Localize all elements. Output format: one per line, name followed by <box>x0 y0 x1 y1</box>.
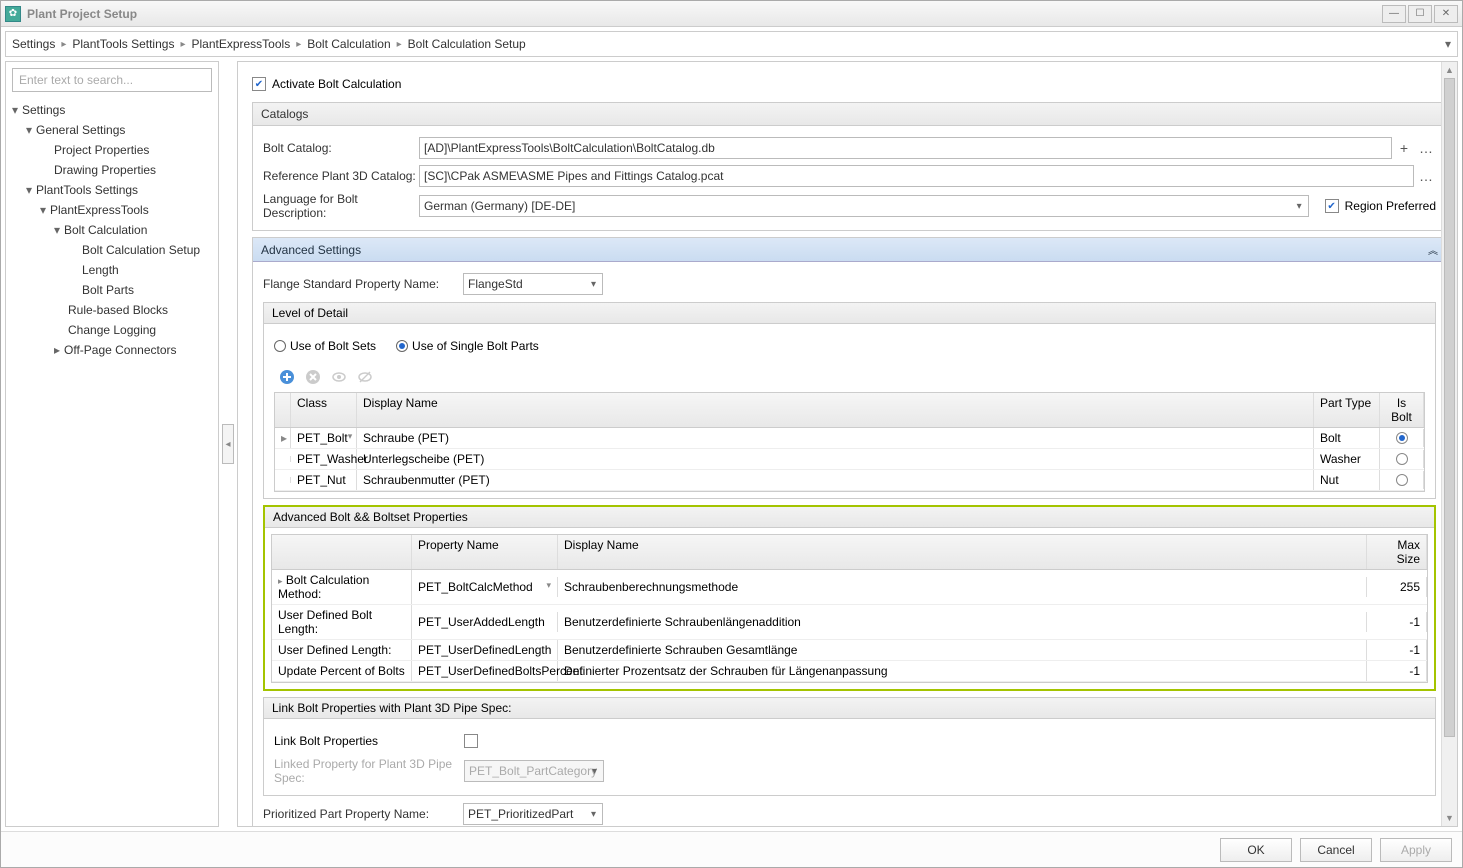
chevron-right-icon: ▸ <box>59 39 68 50</box>
panel-splitter[interactable]: ◂ <box>219 61 237 827</box>
scroll-down-icon[interactable]: ▼ <box>1442 810 1457 826</box>
activate-bolt-calc-label: Activate Bolt Calculation <box>272 77 401 91</box>
col-propname[interactable]: Property Name <box>412 535 558 569</box>
bolt-parts-grid: Class Display Name Part Type Is Bolt ▸ P… <box>274 392 1425 492</box>
breadcrumb-item[interactable]: Bolt Calculation Setup <box>408 37 526 51</box>
link-header: Link Bolt Properties with Plant 3D Pipe … <box>272 701 511 715</box>
ellipsis-icon[interactable]: … <box>1416 166 1436 186</box>
prioritized-part-dropdown[interactable]: PET_PrioritizedPart <box>463 803 603 825</box>
ellipsis-icon[interactable]: … <box>1416 138 1436 158</box>
table-row[interactable]: Update Percent of Bolts PET_UserDefinedB… <box>272 661 1427 682</box>
content-panel: ✔ Activate Bolt Calculation Catalogs Bol… <box>237 61 1458 827</box>
link-bolt-props-label: Link Bolt Properties <box>274 734 464 748</box>
navigation-tree-panel: Enter text to search... ▾Settings ▾Gener… <box>5 61 219 827</box>
region-preferred-checkbox[interactable]: ✔ <box>1325 199 1339 213</box>
ok-button[interactable]: OK <box>1220 838 1292 862</box>
minimize-button[interactable]: — <box>1382 5 1406 23</box>
add-icon[interactable] <box>276 366 298 388</box>
eye-hide-icon[interactable] <box>354 366 376 388</box>
maximize-button[interactable]: ☐ <box>1408 5 1432 23</box>
plus-icon[interactable]: + <box>1394 138 1414 158</box>
advanced-settings-header: Advanced Settings <box>261 243 361 257</box>
breadcrumb-item[interactable]: PlantTools Settings <box>72 37 174 51</box>
table-row[interactable]: User Defined Length: PET_UserDefinedLeng… <box>272 640 1427 661</box>
bolt-catalog-input[interactable]: [AD]\PlantExpressTools\BoltCalculation\B… <box>419 137 1392 159</box>
isbolt-radio[interactable] <box>1396 474 1408 486</box>
col-maxsize[interactable]: Max Size <box>1367 535 1427 569</box>
use-bolt-sets-radio[interactable]: Use of Bolt Sets <box>274 339 376 353</box>
chevron-right-icon: ▸ <box>395 39 404 50</box>
bolt-properties-grid: Property Name Display Name Max Size ▸ Bo… <box>271 534 1428 683</box>
eye-show-icon[interactable] <box>328 366 350 388</box>
delete-icon[interactable] <box>302 366 324 388</box>
close-button[interactable]: ✕ <box>1434 5 1458 23</box>
chevron-right-icon: ▸ <box>178 39 187 50</box>
catalogs-section: Catalogs Bolt Catalog: [AD]\PlantExpress… <box>252 102 1447 231</box>
advanced-bolt-properties-group: Advanced Bolt && Boltset Properties Prop… <box>263 505 1436 691</box>
link-bolt-props-checkbox[interactable] <box>464 734 478 748</box>
vertical-scrollbar[interactable]: ▲ ▼ <box>1441 62 1457 826</box>
isbolt-radio[interactable] <box>1396 432 1408 444</box>
titlebar: ✿ Plant Project Setup — ☐ ✕ <box>1 1 1462 27</box>
breadcrumb: Settings ▸ PlantTools Settings ▸ PlantExpr… <box>5 31 1458 57</box>
collapse-icon[interactable]: ︽ <box>1428 242 1438 257</box>
use-single-bolt-parts-radio[interactable]: Use of Single Bolt Parts <box>396 339 539 353</box>
linked-prop-dropdown: PET_Bolt_PartCategory <box>464 760 604 782</box>
chevron-right-icon: ▸ <box>294 39 303 50</box>
level-of-detail-group: Level of Detail Use of Bolt Sets Use of … <box>263 302 1436 499</box>
language-dropdown[interactable]: German (Germany) [DE-DE] <box>419 195 1309 217</box>
cancel-button[interactable]: Cancel <box>1300 838 1372 862</box>
col-parttype[interactable]: Part Type <box>1314 393 1380 427</box>
advanced-settings-section: Advanced Settings ︽ Flange Standard Prope… <box>252 237 1447 827</box>
table-row[interactable]: PET_Washer Unterlegscheibe (PET) Washer <box>275 449 1424 470</box>
breadcrumb-expand-icon[interactable]: ▾ <box>1445 37 1451 51</box>
link-bolt-properties-group: Link Bolt Properties with Plant 3D Pipe … <box>263 697 1436 796</box>
abp-header: Advanced Bolt && Boltset Properties <box>273 510 468 524</box>
window-title: Plant Project Setup <box>27 7 1382 21</box>
scroll-up-icon[interactable]: ▲ <box>1442 62 1457 78</box>
activate-bolt-calc-checkbox[interactable]: ✔ <box>252 77 266 91</box>
collapse-left-icon[interactable]: ◂ <box>222 424 234 464</box>
col-isbolt[interactable]: Is Bolt <box>1380 393 1424 427</box>
breadcrumb-item[interactable]: Bolt Calculation <box>307 37 390 51</box>
linked-prop-label: Linked Property for Plant 3D Pipe Spec: <box>274 757 464 785</box>
table-row[interactable]: User Defined Bolt Length: PET_UserAddedL… <box>272 605 1427 640</box>
breadcrumb-item[interactable]: Settings <box>12 37 55 51</box>
bolt-catalog-label: Bolt Catalog: <box>263 141 419 155</box>
flange-std-label: Flange Standard Property Name: <box>263 277 463 291</box>
settings-tree[interactable]: ▾Settings ▾General Settings Project Prop… <box>12 100 212 360</box>
apply-button[interactable]: Apply <box>1380 838 1452 862</box>
tree-item-bolt-calculation-setup: Bolt Calculation Setup <box>12 240 212 260</box>
region-preferred-label: Region Preferred <box>1345 199 1436 213</box>
lod-header: Level of Detail <box>272 306 348 320</box>
col-displayname[interactable]: Display Name <box>558 535 1367 569</box>
table-row[interactable]: ▸ PET_Bolt▾ Schraube (PET) Bolt <box>275 428 1424 449</box>
col-display[interactable]: Display Name <box>357 393 1314 427</box>
table-row[interactable]: ▸ Bolt Calculation Method: PET_BoltCalcM… <box>272 570 1427 605</box>
language-label: Language for Bolt Description: <box>263 192 419 220</box>
app-window: ✿ Plant Project Setup — ☐ ✕ Settings ▸ Pl… <box>0 0 1463 868</box>
ref-catalog-input[interactable]: [SC]\CPak ASME\ASME Pipes and Fittings C… <box>419 165 1414 187</box>
table-row[interactable]: PET_Nut Schraubenmutter (PET) Nut <box>275 470 1424 491</box>
col-class[interactable]: Class <box>291 393 357 427</box>
ref-catalog-label: Reference Plant 3D Catalog: <box>263 169 419 183</box>
search-input[interactable]: Enter text to search... <box>12 68 212 92</box>
breadcrumb-item[interactable]: PlantExpressTools <box>191 37 290 51</box>
app-icon: ✿ <box>5 6 21 22</box>
prioritized-part-label: Prioritized Part Property Name: <box>263 807 463 821</box>
flange-std-dropdown[interactable]: FlangeStd <box>463 273 603 295</box>
catalogs-header: Catalogs <box>261 107 308 121</box>
dialog-footer: OK Cancel Apply <box>1 831 1462 867</box>
isbolt-radio[interactable] <box>1396 453 1408 465</box>
